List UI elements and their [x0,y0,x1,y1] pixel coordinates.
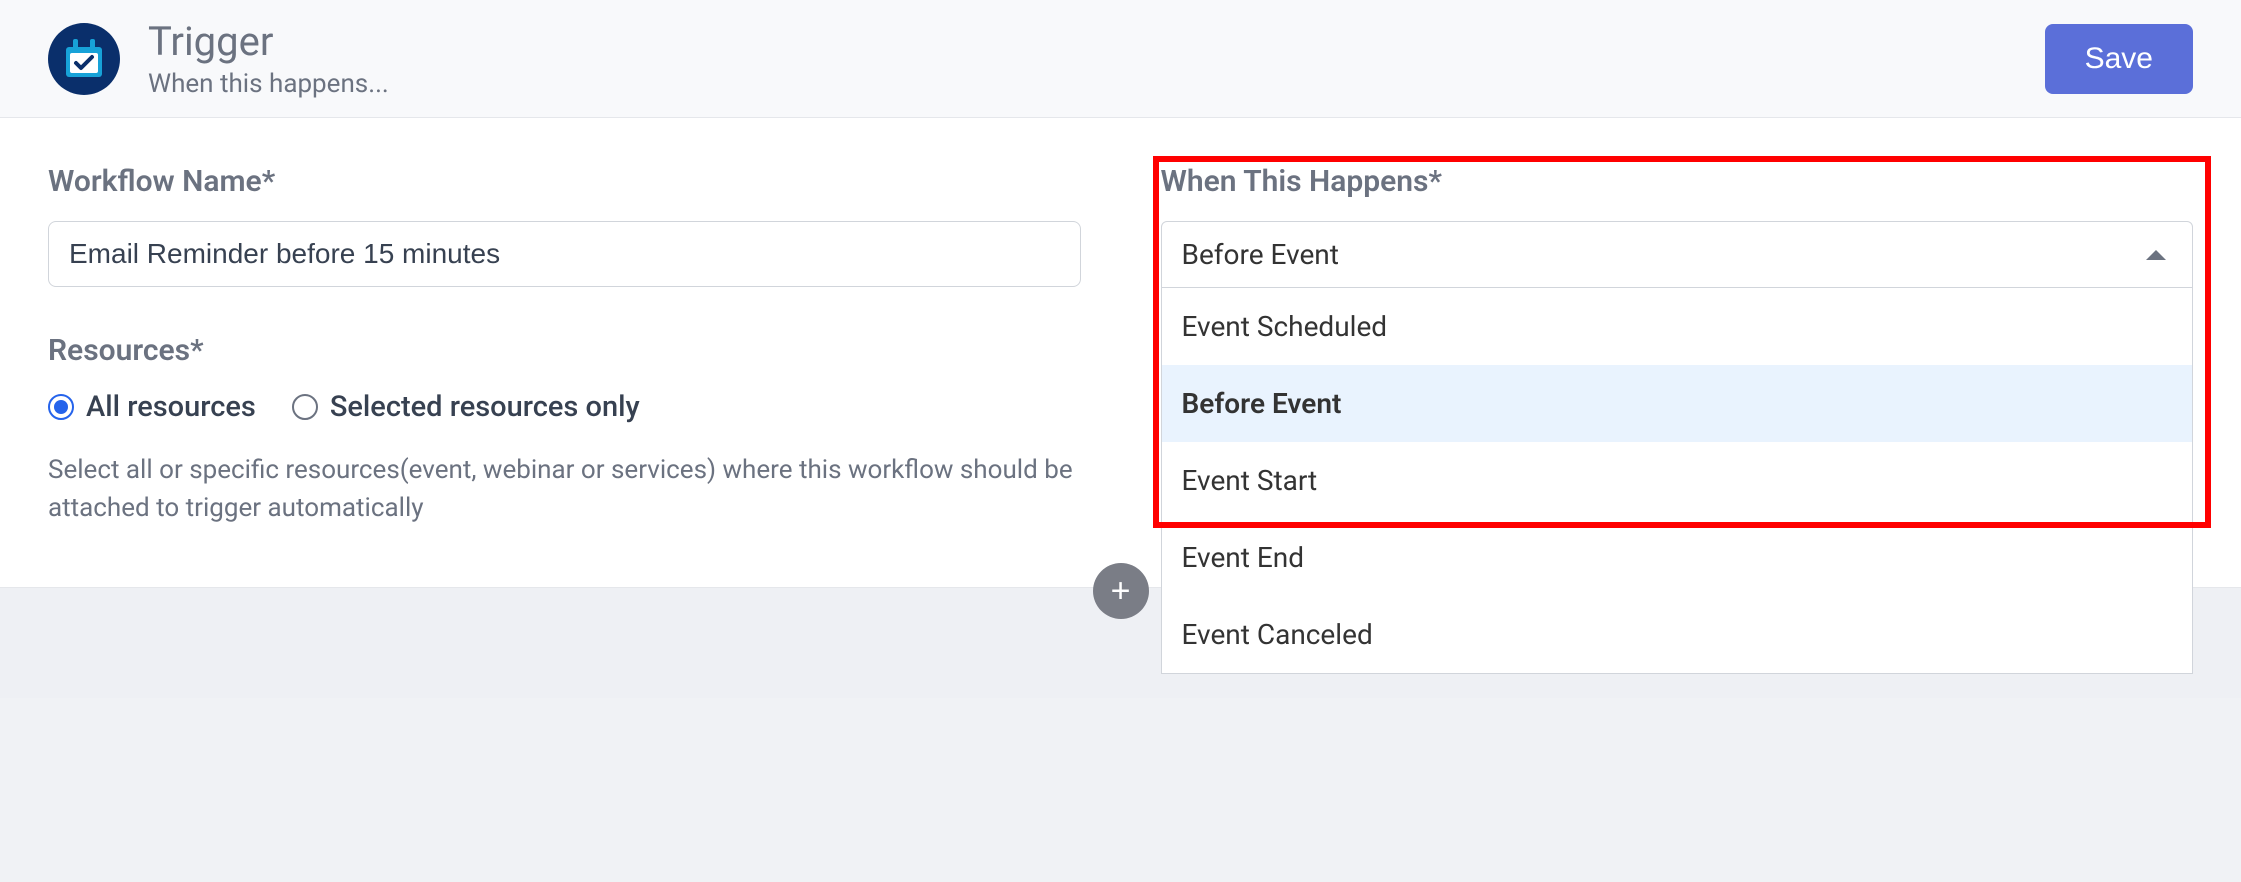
radio-all-resources-label: All resources [86,390,256,424]
dropdown-option-event-end[interactable]: Event End [1162,519,2193,596]
dropdown-option-event-canceled[interactable]: Event Canceled [1162,596,2193,673]
trigger-header: Trigger When this happens... Save [0,0,2241,118]
page-subtitle: When this happens... [148,69,389,99]
when-this-happens-block: When This Happens* Before Event Event Sc… [1161,164,2194,288]
radio-all-resources-input[interactable] [48,394,74,420]
form-left-column: Workflow Name* Resources* All resources … [48,164,1081,527]
radio-selected-resources[interactable]: Selected resources only [292,390,640,424]
resources-block: Resources* All resources Selected resour… [48,333,1081,527]
workflow-name-input[interactable] [48,221,1081,287]
resources-label: Resources* [48,333,1081,368]
dropdown-option-before-event[interactable]: Before Event [1162,365,2193,442]
dropdown-option-event-start[interactable]: Event Start [1162,442,2193,519]
resources-helper-text: Select all or specific resources(event, … [48,452,1081,527]
page-title: Trigger [148,18,389,65]
calendar-check-icon [48,23,120,95]
title-block: Trigger When this happens... [148,18,389,99]
radio-all-resources[interactable]: All resources [48,390,256,424]
when-happens-dropdown-list: Event Scheduled Before Event Event Start… [1161,288,2194,674]
radio-selected-resources-label: Selected resources only [330,390,640,424]
save-button[interactable]: Save [2045,24,2193,94]
when-happens-dropdown[interactable]: Before Event [1161,221,2194,288]
radio-selected-resources-input[interactable] [292,394,318,420]
workflow-form-card: Workflow Name* Resources* All resources … [0,118,2241,588]
when-happens-label: When This Happens* [1161,164,2194,199]
plus-icon: + [1111,572,1131,611]
when-happens-selected-value: Before Event [1182,238,1339,271]
add-step-button[interactable]: + [1093,563,1149,619]
dropdown-option-event-scheduled[interactable]: Event Scheduled [1162,288,2193,365]
workflow-name-label: Workflow Name* [48,164,1081,199]
form-right-column: When This Happens* Before Event Event Sc… [1161,164,2194,527]
resources-radio-group: All resources Selected resources only [48,390,1081,424]
header-left: Trigger When this happens... [48,18,389,99]
chevron-up-icon [2146,250,2166,260]
